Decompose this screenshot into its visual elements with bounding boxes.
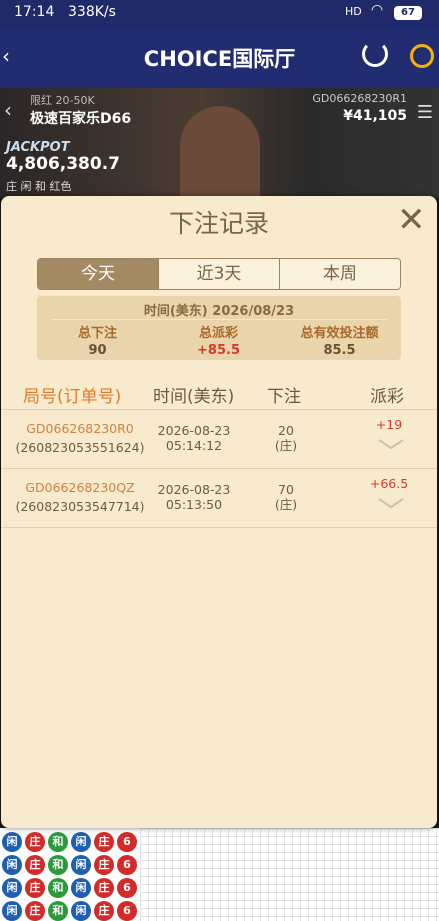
bead: 闲	[2, 855, 22, 875]
bead: 6	[117, 901, 137, 921]
bead: 庄	[94, 832, 114, 852]
menu-icon[interactable]: ☰	[417, 102, 433, 123]
battery-icon: 67	[394, 6, 422, 20]
bet-side: (庄)	[274, 497, 298, 512]
modal-title: 下注记录	[168, 209, 269, 238]
bead: 6	[117, 832, 137, 852]
bet-types: 庄 闲 和 红色	[6, 180, 72, 193]
tab-this-week[interactable]: 本周	[279, 259, 400, 289]
order-id: GD066268230QZ	[25, 480, 135, 495]
valid-bet-value: 85.5	[323, 343, 356, 358]
bead: 和	[48, 901, 68, 921]
bet-time: 2026-08-23 05:14:12	[149, 423, 239, 453]
jackpot-value: 4,806,380.7	[6, 154, 121, 174]
bead: 庄	[25, 878, 45, 898]
total-payout: 总派彩 +85.5	[158, 322, 279, 358]
valid-bet: 总有效投注额 85.5	[279, 322, 400, 358]
wifi-icon: ◠	[371, 2, 384, 18]
bet-clock: 05:14:12	[165, 438, 223, 453]
live-video-panel: ‹ 限红 20-50K 极速百家乐D66 GD066268230R1 ¥41,1…	[0, 88, 439, 198]
col-payout: 派彩	[370, 387, 404, 407]
payout-value: +19	[375, 417, 403, 432]
bead-plate: 闲庄和闲庄6闲庄和闲庄6闲庄和闲庄6闲庄和闲庄6	[0, 828, 140, 921]
refresh-icon[interactable]	[362, 41, 388, 67]
app-header: ‹ CHOICE国际厅	[0, 26, 439, 88]
table-row[interactable]: GD066268230QZ (260823053547714) 2026-08-…	[1, 470, 437, 528]
bet-date: 2026-08-23	[157, 482, 231, 497]
bet-limit: 限红 20-50K	[30, 94, 95, 107]
col-bet: 下注	[267, 387, 301, 407]
order-id: GD066268230R0	[26, 421, 134, 436]
bead: 庄	[25, 832, 45, 852]
bet-clock: 05:13:50	[165, 497, 223, 512]
bead: 6	[117, 878, 137, 898]
bead: 和	[48, 832, 68, 852]
table-name: 极速百家乐D66	[30, 111, 132, 127]
status-bar: 17:14 338K/s HD ◠ 67	[0, 0, 439, 26]
big-road-grid	[140, 828, 439, 921]
tab-last-3-days[interactable]: 近3天	[158, 259, 279, 289]
bead: 闲	[71, 832, 91, 852]
bet-side: (庄)	[274, 438, 298, 453]
summary-divider	[51, 319, 387, 320]
video-back-icon[interactable]: ‹	[4, 98, 12, 122]
total-bet: 总下注 90	[37, 322, 158, 358]
bet-info: 20 (庄)	[261, 423, 311, 453]
ticket-number: (260823053551624)	[15, 440, 145, 455]
tab-today[interactable]: 今天	[38, 259, 158, 289]
bead: 庄	[94, 878, 114, 898]
col-order: 局号(订单号)	[23, 387, 122, 407]
status-time: 17:14	[14, 4, 55, 20]
bead-road: 闲庄和闲庄6闲庄和闲庄6闲庄和闲庄6闲庄和闲庄6	[0, 828, 439, 921]
bead: 闲	[2, 878, 22, 898]
chevron-down-icon[interactable]	[378, 437, 404, 451]
total-bet-label: 总下注	[77, 326, 117, 341]
total-payout-value: +85.5	[197, 343, 240, 358]
bead: 庄	[94, 901, 114, 921]
bead: 闲	[2, 901, 22, 921]
chevron-down-icon[interactable]	[378, 496, 404, 510]
bead: 闲	[71, 901, 91, 921]
bet-info: 70 (庄)	[261, 482, 311, 512]
bead: 庄	[25, 901, 45, 921]
bead: 闲	[71, 855, 91, 875]
bet-time: 2026-08-23 05:13:50	[149, 482, 239, 512]
payout-value: +66.5	[369, 476, 409, 491]
bet-amount: 70	[278, 482, 294, 497]
close-icon[interactable]: ✕	[397, 200, 426, 240]
summary-date: 时间(美东) 2026/08/23	[143, 304, 295, 319]
col-time: 时间(美东)	[153, 387, 235, 407]
game-id: GD066268230R1	[312, 92, 407, 105]
bet-date: 2026-08-23	[157, 423, 231, 438]
dealer-image	[180, 106, 260, 198]
table-header: 局号(订单号) 时间(美东) 下注 派彩	[1, 382, 437, 410]
valid-bet-label: 总有效投注额	[300, 326, 379, 341]
bet-record-modal: 下注记录 ✕ 今天 近3天 本周 时间(美东) 2026/08/23 总下注 9…	[1, 196, 437, 828]
customer-service-icon[interactable]	[410, 44, 434, 68]
bead: 6	[117, 855, 137, 875]
ticket-number: (260823053547714)	[15, 499, 145, 514]
total-bet-value: 90	[88, 343, 107, 358]
bead: 闲	[2, 832, 22, 852]
network-speed: 338K/s	[68, 4, 116, 20]
table-row[interactable]: GD066268230R0 (260823053551624) 2026-08-…	[1, 411, 437, 469]
bead: 庄	[25, 855, 45, 875]
balance: ¥41,105	[343, 108, 407, 124]
summary-panel: 时间(美东) 2026/08/23 总下注 90 总派彩 +85.5 总有效投注…	[37, 296, 401, 360]
bead: 和	[48, 855, 68, 875]
signal-icon: HD	[345, 5, 362, 18]
jackpot-label: JACKPOT	[6, 140, 70, 155]
bead: 和	[48, 878, 68, 898]
date-range-tabs: 今天 近3天 本周	[37, 258, 401, 290]
bead: 闲	[71, 878, 91, 898]
bet-amount: 20	[278, 423, 294, 438]
total-payout-label: 总派彩	[198, 326, 238, 341]
bead: 庄	[94, 855, 114, 875]
